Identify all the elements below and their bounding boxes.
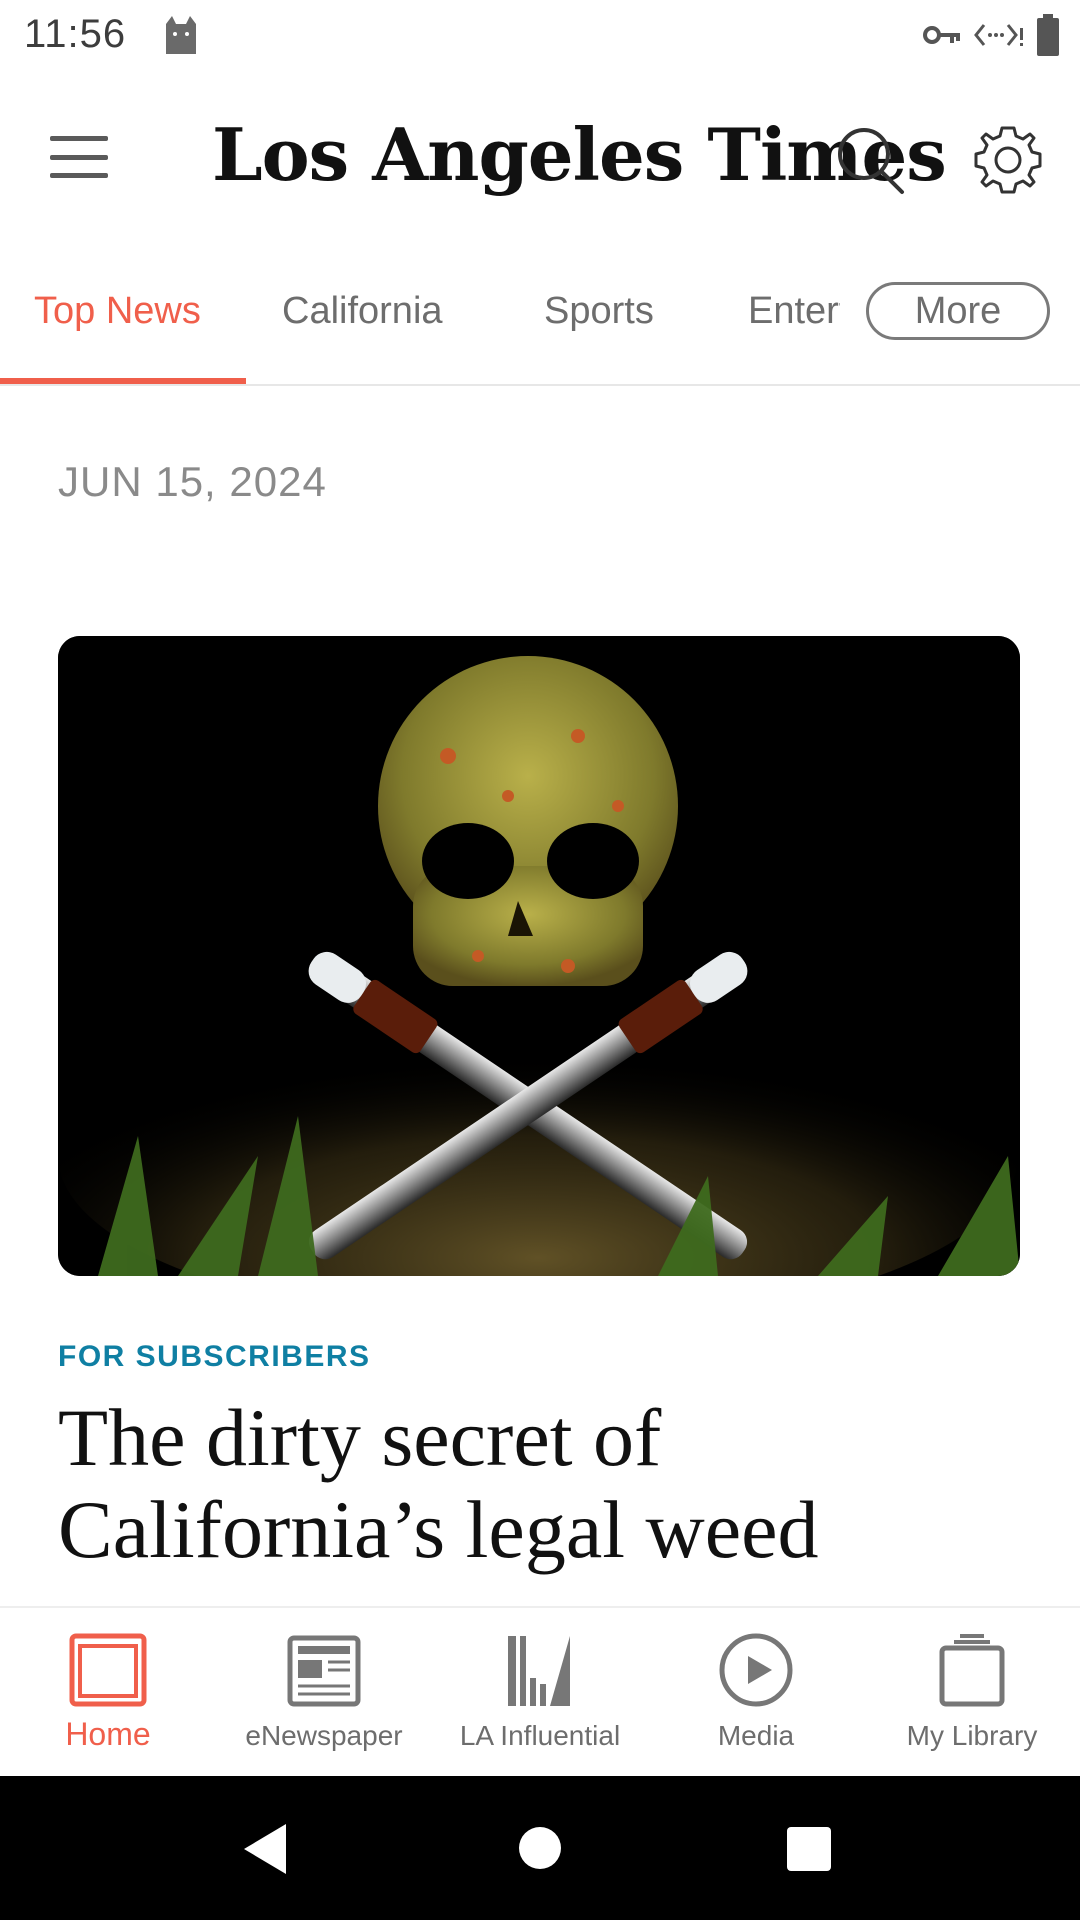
- app-header: Los Angeles Times: [0, 76, 1080, 236]
- data-sync-icon: [974, 24, 1023, 46]
- edition-date: JUN 15, 2024: [58, 458, 327, 505]
- newspaper-icon: [287, 1635, 361, 1707]
- tab-sports[interactable]: Sports: [544, 290, 654, 333]
- nav-label-la-influential: LA Influential: [459, 1720, 621, 1751]
- influential-icon: [508, 1636, 570, 1706]
- home-circle-icon[interactable]: [518, 1826, 562, 1870]
- tab-california[interactable]: California: [282, 290, 443, 333]
- more-button[interactable]: More: [866, 282, 1050, 340]
- recents-icon[interactable]: [786, 1826, 832, 1872]
- hamburger-menu-icon[interactable]: [44, 132, 114, 182]
- nav-label-media: Media: [717, 1720, 795, 1751]
- active-tab-indicator: [0, 378, 246, 384]
- nav-my-library[interactable]: My Library: [864, 1608, 1080, 1778]
- section-tabs: Top News California Sports Entertainment…: [0, 270, 1080, 386]
- library-icon: [939, 1634, 1005, 1707]
- nav-home[interactable]: Home: [0, 1608, 216, 1778]
- nav-enewspaper[interactable]: eNewspaper: [216, 1608, 432, 1778]
- nav-la-influential[interactable]: LA Influential: [432, 1608, 648, 1778]
- nav-media[interactable]: Media: [648, 1608, 864, 1778]
- search-icon[interactable]: [830, 120, 910, 200]
- home-icon: [69, 1633, 147, 1707]
- status-bar: 11:56: [0, 0, 1080, 76]
- hero-illustration: [58, 636, 1020, 1276]
- nav-label-enewspaper: eNewspaper: [245, 1720, 403, 1751]
- vpn-key-icon: [923, 26, 960, 44]
- article-headline[interactable]: The dirty secret of California’s legal w…: [58, 1392, 1018, 1576]
- nav-label-my-library: My Library: [906, 1720, 1038, 1751]
- system-navigation-bar: [0, 1776, 1080, 1920]
- tab-top-news[interactable]: Top News: [34, 290, 201, 333]
- bottom-navigation: Home eNewspaper LA Influential Media My …: [0, 1606, 1080, 1776]
- hero-image[interactable]: [58, 636, 1020, 1276]
- back-icon[interactable]: [240, 1822, 290, 1876]
- play-icon: [719, 1633, 793, 1707]
- tab-entertainment[interactable]: Entertainment: [748, 290, 840, 333]
- status-icons: [922, 14, 1060, 56]
- cat-notification-icon: [166, 16, 196, 54]
- battery-icon: [1037, 14, 1059, 56]
- subscriber-kicker: FOR SUBSCRIBERS: [58, 1340, 371, 1373]
- status-time: 11:56: [24, 12, 127, 56]
- nav-label-home: Home: [65, 1716, 151, 1752]
- gear-icon[interactable]: [968, 120, 1048, 200]
